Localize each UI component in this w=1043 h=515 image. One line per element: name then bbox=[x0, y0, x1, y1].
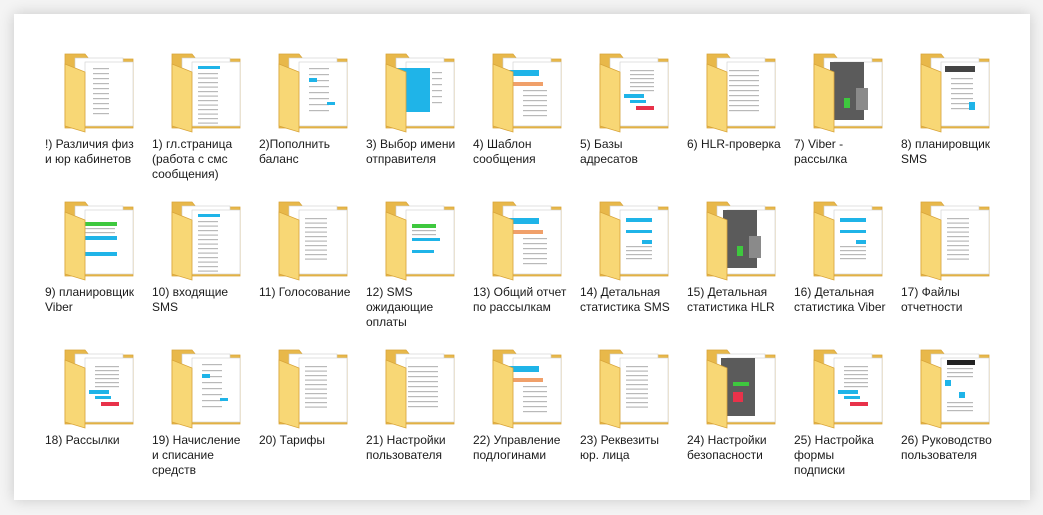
folder-label: 20) Тарифы bbox=[259, 433, 326, 447]
folder-item[interactable]: 10) входящие SMS bbox=[152, 196, 259, 344]
folder-icon bbox=[269, 344, 355, 430]
folder-icon bbox=[697, 196, 783, 282]
folder-item[interactable]: 16) Детальная статистика Viber bbox=[794, 196, 901, 344]
folder-label: 18) Рассылки bbox=[45, 433, 120, 447]
folder-item[interactable]: 5) Базы адресатов bbox=[580, 48, 687, 196]
folder-icon bbox=[55, 196, 141, 282]
folder-label: 3) Выбор имени отправителя bbox=[366, 137, 456, 166]
folder-item[interactable]: !) Различия физ и юр кабинетов bbox=[45, 48, 152, 196]
folder-icon bbox=[376, 196, 462, 282]
folder-item[interactable]: 23) Реквезиты юр. лица bbox=[580, 344, 687, 492]
folder-item[interactable]: 14) Детальная статистика SMS bbox=[580, 196, 687, 344]
folder-item[interactable]: 2)Пополнить баланс bbox=[259, 48, 366, 196]
folder-item[interactable]: 26) Руководство пользователя bbox=[901, 344, 1008, 492]
folder-label: 25) Настройка формы подписки bbox=[794, 433, 874, 477]
folder-icon bbox=[55, 344, 141, 430]
folder-icon bbox=[376, 344, 462, 430]
folder-icon bbox=[804, 196, 890, 282]
folder-icon bbox=[590, 48, 676, 134]
folder-item[interactable]: 18) Рассылки bbox=[45, 344, 152, 492]
folder-item[interactable]: 4) Шаблон сообщения bbox=[473, 48, 580, 196]
folder-icon bbox=[590, 196, 676, 282]
folder-icon bbox=[911, 344, 997, 430]
folder-item[interactable]: 1) гл.страница (работа с смс сообщения) bbox=[152, 48, 259, 196]
folder-item[interactable]: 21) Настройки пользователя bbox=[366, 344, 473, 492]
folder-item[interactable]: 15) Детальная статистика HLR bbox=[687, 196, 794, 344]
folder-label: 7) Viber - рассылка bbox=[794, 137, 848, 166]
folder-label: 12) SMS ожидающие оплаты bbox=[366, 285, 434, 329]
folder-icon bbox=[804, 344, 890, 430]
folder-label: 22) Управление подлогинами bbox=[473, 433, 561, 462]
folder-icon bbox=[911, 48, 997, 134]
folder-item[interactable]: 11) Голосование bbox=[259, 196, 366, 344]
folder-label: 4) Шаблон сообщения bbox=[473, 137, 536, 166]
folder-label: 24) Настройки безопасности bbox=[687, 433, 767, 462]
folder-label: 10) входящие SMS bbox=[152, 285, 229, 314]
folder-item[interactable]: 24) Настройки безопасности bbox=[687, 344, 794, 492]
folder-item[interactable]: 17) Файлы отчетности bbox=[901, 196, 1008, 344]
folder-view-panel: !) Различия физ и юр кабинетов 1) гл.стр… bbox=[14, 14, 1030, 500]
folder-label: 2)Пополнить баланс bbox=[259, 137, 330, 166]
folder-label: 9) планировщик Viber bbox=[45, 285, 135, 314]
folder-label: 5) Базы адресатов bbox=[580, 137, 638, 166]
folder-item[interactable]: 20) Тарифы bbox=[259, 344, 366, 492]
folder-label: 14) Детальная статистика SMS bbox=[580, 285, 670, 314]
folder-icon bbox=[483, 344, 569, 430]
folder-item[interactable]: 19) Начисление и списание средств bbox=[152, 344, 259, 492]
folder-grid: !) Различия физ и юр кабинетов 1) гл.стр… bbox=[45, 48, 1008, 492]
folder-label: 23) Реквезиты юр. лица bbox=[580, 433, 660, 462]
folder-item[interactable]: 13) Общий отчет по рассылкам bbox=[473, 196, 580, 344]
folder-icon bbox=[162, 344, 248, 430]
folder-icon bbox=[269, 196, 355, 282]
folder-icon bbox=[376, 48, 462, 134]
folder-item[interactable]: 6) HLR-проверка bbox=[687, 48, 794, 196]
folder-label: 15) Детальная статистика HLR bbox=[687, 285, 775, 314]
folder-item[interactable]: 9) планировщик Viber bbox=[45, 196, 152, 344]
folder-item[interactable]: 7) Viber - рассылка bbox=[794, 48, 901, 196]
folder-label: !) Различия физ и юр кабинетов bbox=[45, 137, 134, 166]
folder-label: 13) Общий отчет по рассылкам bbox=[473, 285, 567, 314]
folder-item[interactable]: 8) планировщик SMS bbox=[901, 48, 1008, 196]
folder-icon bbox=[483, 196, 569, 282]
folder-label: 16) Детальная статистика Viber bbox=[794, 285, 886, 314]
folder-label: 6) HLR-проверка bbox=[687, 137, 781, 151]
folder-icon bbox=[162, 196, 248, 282]
folder-label: 8) планировщик SMS bbox=[901, 137, 991, 166]
folder-item[interactable]: 25) Настройка формы подписки bbox=[794, 344, 901, 492]
folder-icon bbox=[697, 48, 783, 134]
folder-icon bbox=[55, 48, 141, 134]
folder-icon bbox=[483, 48, 569, 134]
folder-item[interactable]: 22) Управление подлогинами bbox=[473, 344, 580, 492]
folder-icon bbox=[269, 48, 355, 134]
folder-label: 19) Начисление и списание средств bbox=[152, 433, 241, 477]
folder-item[interactable]: 12) SMS ожидающие оплаты bbox=[366, 196, 473, 344]
folder-label: 1) гл.страница (работа с смс сообщения) bbox=[152, 137, 233, 181]
folder-icon bbox=[590, 344, 676, 430]
folder-icon bbox=[804, 48, 890, 134]
folder-label: 21) Настройки пользователя bbox=[366, 433, 446, 462]
folder-icon bbox=[911, 196, 997, 282]
folder-item[interactable]: 3) Выбор имени отправителя bbox=[366, 48, 473, 196]
folder-icon bbox=[162, 48, 248, 134]
folder-label: 26) Руководство пользователя bbox=[901, 433, 992, 462]
folder-label: 17) Файлы отчетности bbox=[901, 285, 963, 314]
folder-icon bbox=[697, 344, 783, 430]
folder-label: 11) Голосование bbox=[259, 285, 351, 299]
